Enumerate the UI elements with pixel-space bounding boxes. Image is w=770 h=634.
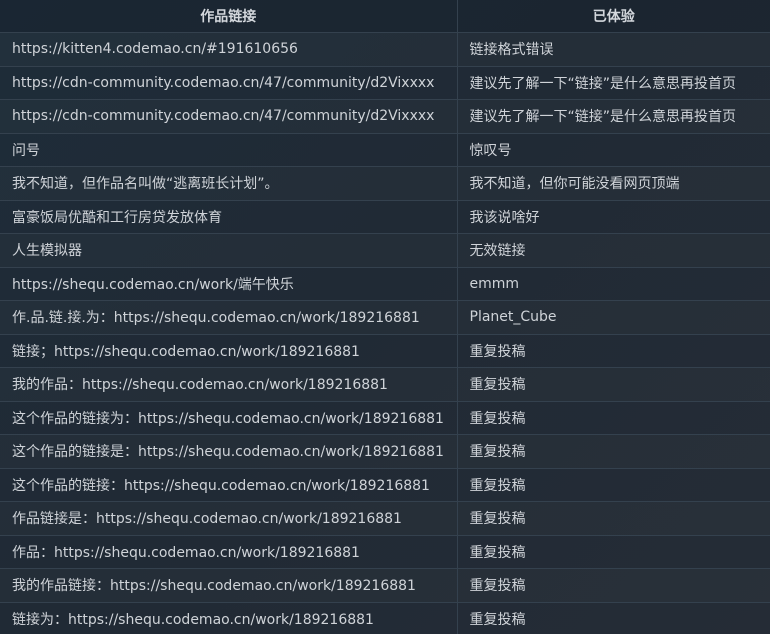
cell-work-link: 我不知道，但作品名叫做“逃离班长计划”。 [0,166,458,200]
cell-work-link: 作.品.链.接.为：https://shequ.codemao.cn/work/… [0,300,458,334]
table-row: https://cdn-community.codemao.cn/47/comm… [0,65,770,100]
cell-experienced: 重复投稿 [457,467,770,502]
table-row: 这个作品的链接是：https://shequ.codemao.cn/work/1… [0,434,770,468]
cell-experienced: 建议先了解一下“链接”是什么意思再投首页 [457,99,770,133]
cell-work-link: 这个作品的链接为：https://shequ.codemao.cn/work/1… [0,400,458,435]
table-row: 人生模拟器 无效链接 [0,233,770,267]
table-row: 我的作品：https://shequ.codemao.cn/work/18921… [0,367,770,401]
table-row: 这个作品的链接为：https://shequ.codemao.cn/work/1… [0,400,770,435]
cell-experienced: 重复投稿 [457,568,770,602]
cell-work-link: 这个作品的链接：https://shequ.codemao.cn/work/18… [0,467,458,502]
table-header: 作品链接 已体验 [0,0,770,33]
cell-experienced: 重复投稿 [457,501,770,535]
cell-experienced: 重复投稿 [457,601,770,634]
cell-work-link: https://shequ.codemao.cn/work/端午快乐 [0,266,458,301]
cell-experienced: 重复投稿 [457,400,770,435]
table-row: 富豪饭局优酷和工行房贷发放体育 我该说啥好 [0,199,770,234]
table-row: 作.品.链.接.为：https://shequ.codemao.cn/work/… [0,300,770,334]
table-row: 链接为：https://shequ.codemao.cn/work/189216… [0,601,770,634]
cell-experienced: 我该说啥好 [457,199,770,234]
column-header-link[interactable]: 作品链接 [0,0,458,33]
table-row: 我的作品链接：https://shequ.codemao.cn/work/189… [0,568,770,602]
cell-work-link: 链接；https://shequ.codemao.cn/work/1892168… [0,333,458,368]
cell-experienced: 无效链接 [457,233,770,267]
table-row: https://kitten4.codemao.cn/#191610656 链接格… [0,32,770,66]
cell-work-link: 我的作品链接：https://shequ.codemao.cn/work/189… [0,568,458,602]
cell-work-link: 人生模拟器 [0,233,458,267]
table-body: https://kitten4.codemao.cn/#191610656 链接格… [0,32,770,634]
cell-experienced: 我不知道，但你可能没看网页顶端 [457,166,770,200]
table-row: 作品：https://shequ.codemao.cn/work/1892168… [0,534,770,569]
table-row: 问号 惊叹号 [0,132,770,167]
cell-work-link: https://kitten4.codemao.cn/#191610656 [0,32,458,66]
cell-work-link: https://cdn-community.codemao.cn/47/comm… [0,65,458,100]
table-row: 这个作品的链接：https://shequ.codemao.cn/work/18… [0,467,770,502]
submissions-table: 作品链接 已体验 https://kitten4.codemao.cn/#191… [0,0,770,634]
header-row: 作品链接 已体验 [0,0,770,33]
cell-experienced: emmm [457,266,770,301]
cell-work-link: https://cdn-community.codemao.cn/47/comm… [0,99,458,133]
cell-work-link: 作品链接是：https://shequ.codemao.cn/work/1892… [0,501,458,535]
cell-work-link: 这个作品的链接是：https://shequ.codemao.cn/work/1… [0,434,458,468]
cell-experienced: 重复投稿 [457,333,770,368]
table-row: https://shequ.codemao.cn/work/端午快乐 emmm [0,266,770,301]
cell-work-link: 问号 [0,132,458,167]
cell-experienced: 链接格式错误 [457,32,770,66]
table-row: 我不知道，但作品名叫做“逃离班长计划”。 我不知道，但你可能没看网页顶端 [0,166,770,200]
cell-experienced: Planet_Cube [457,300,770,334]
cell-experienced: 建议先了解一下“链接”是什么意思再投首页 [457,65,770,100]
cell-work-link: 作品：https://shequ.codemao.cn/work/1892168… [0,534,458,569]
cell-experienced: 重复投稿 [457,434,770,468]
cell-work-link: 富豪饭局优酷和工行房贷发放体育 [0,199,458,234]
cell-work-link: 链接为：https://shequ.codemao.cn/work/189216… [0,601,458,634]
cell-experienced: 惊叹号 [457,132,770,167]
cell-experienced: 重复投稿 [457,534,770,569]
table-row: 作品链接是：https://shequ.codemao.cn/work/1892… [0,501,770,535]
table-row: https://cdn-community.codemao.cn/47/comm… [0,99,770,133]
cell-work-link: 我的作品：https://shequ.codemao.cn/work/18921… [0,367,458,401]
cell-experienced: 重复投稿 [457,367,770,401]
page: 作品链接 已体验 https://kitten4.codemao.cn/#191… [0,0,770,634]
table-row: 链接；https://shequ.codemao.cn/work/1892168… [0,333,770,368]
column-header-experienced[interactable]: 已体验 [457,0,770,33]
